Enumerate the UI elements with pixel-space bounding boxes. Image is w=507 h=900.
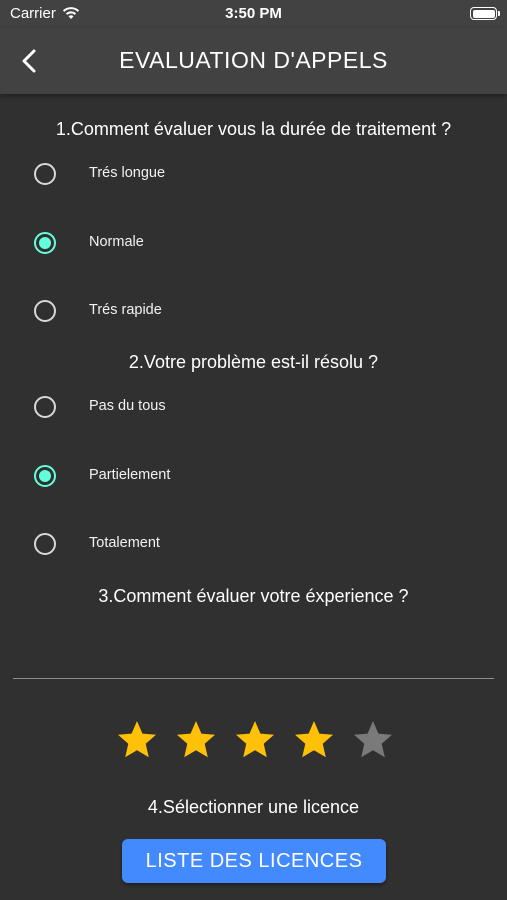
page-title: EVALUATION D'APPELS — [119, 47, 388, 73]
star-icon[interactable] — [231, 717, 279, 765]
app-bar: EVALUATION D'APPELS — [0, 28, 507, 94]
question-1: 1.Comment évaluer vous la durée de trait… — [55, 119, 452, 139]
license-prompt: 4.Sélectionner une licence — [147, 797, 360, 817]
option-totalement[interactable]: Totalement — [30, 527, 470, 561]
battery-icon — [470, 7, 500, 20]
radio-button[interactable] — [34, 163, 56, 185]
divider — [13, 678, 494, 679]
option-label: Totalement — [89, 535, 160, 551]
radio-button[interactable] — [34, 533, 56, 555]
radio-button[interactable] — [34, 300, 56, 322]
radio-button-selected[interactable] — [34, 465, 56, 487]
question-3: 3.Comment évaluer votre éxperience ? — [98, 586, 409, 606]
option-label: Pas du tous — [89, 398, 166, 414]
star-rating[interactable] — [113, 717, 403, 765]
star-icon[interactable] — [290, 717, 338, 765]
status-time: 3:50 PM — [225, 5, 282, 22]
option-label: Normale — [89, 234, 144, 250]
radio-button[interactable] — [34, 396, 56, 418]
option-label: Trés rapide — [89, 302, 162, 318]
option-pas-du-tous[interactable]: Pas du tous — [30, 390, 470, 424]
star-icon[interactable] — [349, 717, 397, 765]
option-normale[interactable]: Normale — [30, 226, 470, 260]
option-label: Trés longue — [89, 165, 166, 181]
radio-button-selected[interactable] — [34, 232, 56, 254]
star-icon[interactable] — [172, 717, 220, 765]
star-icon[interactable] — [113, 717, 161, 765]
question-2: 2.Votre problème est-il résolu ? — [128, 352, 379, 372]
option-partielement[interactable]: Partielement — [30, 459, 470, 493]
option-label: Partielement — [89, 467, 171, 483]
option-tres-longue[interactable]: Trés longue — [30, 157, 470, 191]
status-bar: Carrier 3:50 PM — [0, 0, 507, 28]
license-list-button[interactable]: LISTE DES LICENCES — [122, 839, 386, 883]
option-tres-rapide[interactable]: Trés rapide — [30, 294, 470, 328]
